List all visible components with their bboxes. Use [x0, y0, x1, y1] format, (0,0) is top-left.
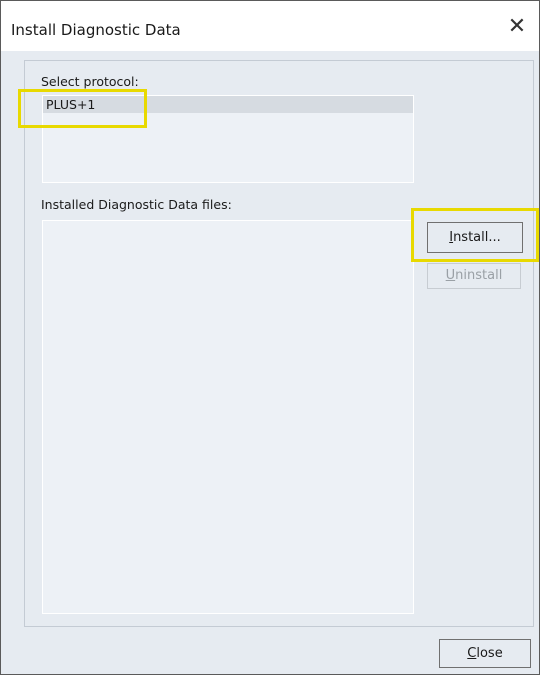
uninstall-mnemonic: U — [445, 268, 456, 283]
installed-files-label: Installed Diagnostic Data files: — [41, 197, 232, 212]
uninstall-button[interactable]: Uninstall — [427, 263, 521, 289]
install-highlight — [411, 208, 539, 262]
dialog-title: Install Diagnostic Data — [11, 21, 181, 39]
select-protocol-label: Select protocol: — [41, 74, 139, 89]
protocol-highlight — [18, 89, 147, 128]
close-icon[interactable]: ✕ — [505, 15, 529, 39]
install-diagnostic-data-dialog: Install Diagnostic Data ✕ Select protoco… — [0, 0, 540, 675]
close-button-label: lose — [476, 646, 503, 661]
installed-files-list[interactable] — [42, 220, 414, 614]
close-mnemonic: C — [467, 646, 477, 661]
uninstall-button-label: ninstall — [455, 268, 503, 283]
title-bar: Install Diagnostic Data ✕ — [1, 1, 539, 51]
close-button[interactable]: Close — [439, 639, 531, 668]
